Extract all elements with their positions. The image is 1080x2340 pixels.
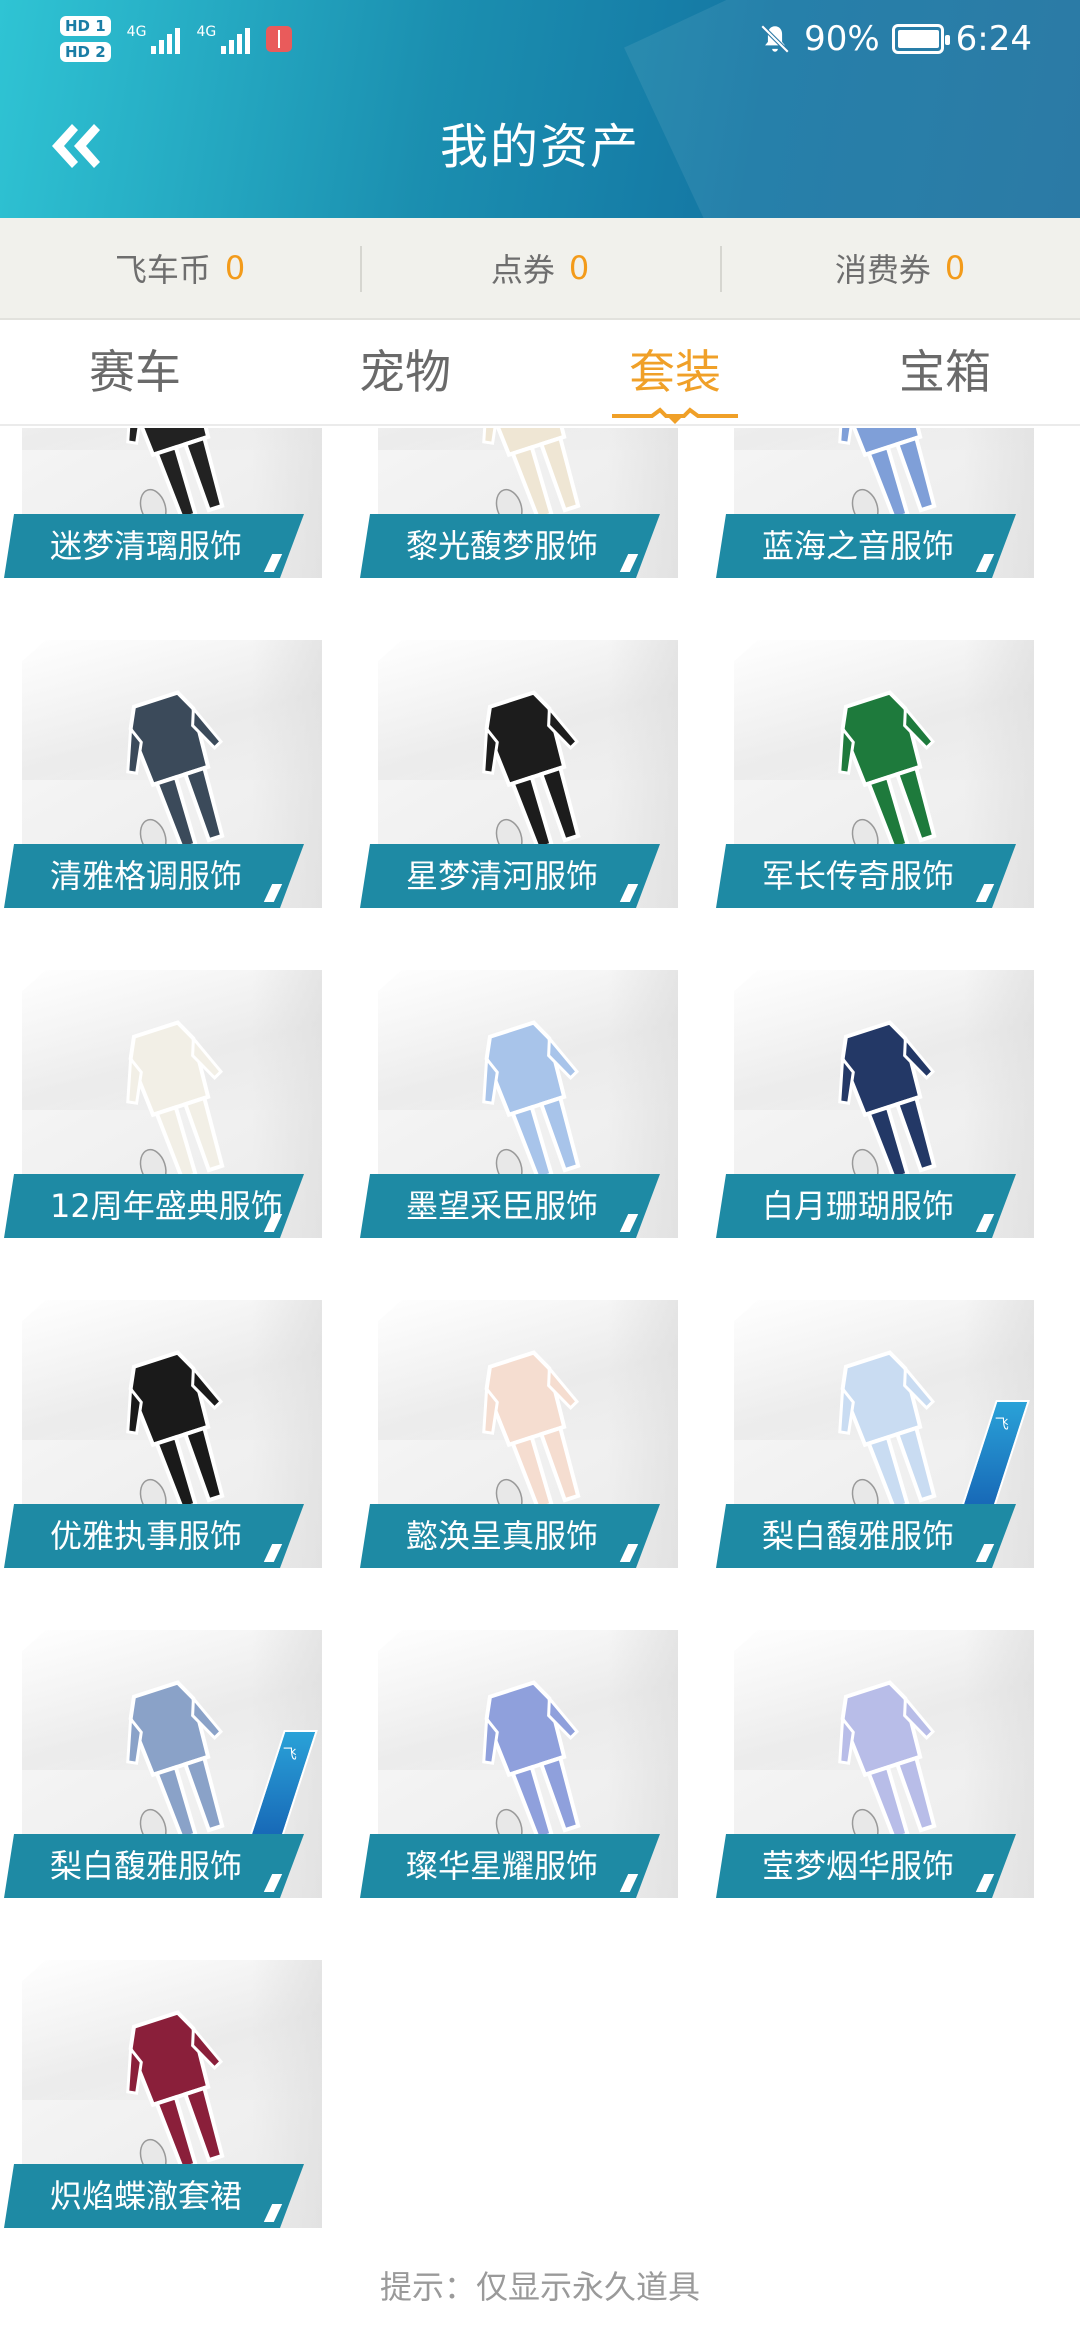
currency-label: 点券 <box>490 251 555 289</box>
tab-chests[interactable]: 宝箱 <box>810 322 1080 424</box>
tab-outfits[interactable]: 套装 <box>540 322 810 424</box>
outfit-card[interactable]: 蓝海之音服饰 <box>716 428 1034 592</box>
outfit-card[interactable]: 迷梦清璃服饰 <box>4 428 322 592</box>
status-left: HD 1 HD 2 4G 4G <box>60 12 293 66</box>
battery-percent: 90% <box>804 19 880 59</box>
outfit-grid: 迷梦清璃服饰 黎光馥梦服饰 蓝海之音服饰清雅格调服饰 星梦清河服饰 军长传奇服饰 12周年… <box>0 428 1080 2248</box>
network-type: 4G <box>126 24 147 40</box>
fly-badge-label: 飞 <box>994 1417 1009 1433</box>
outfit-image <box>126 1020 225 1186</box>
signal-icon-2: 4G <box>196 24 251 54</box>
currency-label: 消费券 <box>834 251 931 289</box>
hint-text: 提示：仅显示永久道具 <box>379 2268 700 2306</box>
currency-bar: 飞车币 0 点券 0 消费券 0 <box>0 218 1080 320</box>
outfit-card[interactable]: 懿涣呈真服饰 <box>360 1300 678 1582</box>
outfit-name: 12周年盛典服饰 <box>4 1174 304 1238</box>
status-right: 90% 6:24 <box>758 12 1032 66</box>
outfit-image <box>126 1680 225 1846</box>
outfit-name: 星梦清河服饰 <box>360 844 660 908</box>
outfit-name: 莹梦烟华服饰 <box>716 1834 1016 1898</box>
outfit-card[interactable]: 星梦清河服饰 <box>360 640 678 922</box>
outfit-name: 梨白馥雅服饰 <box>716 1504 1016 1568</box>
outfit-name: 优雅执事服饰 <box>4 1504 304 1568</box>
outfit-image <box>126 2010 225 2176</box>
outfit-name: 墨望采臣服饰 <box>360 1174 660 1238</box>
status-bar: HD 1 HD 2 4G 4G 90% 6:24 <box>0 0 1080 76</box>
currency-value: 0 <box>944 249 966 287</box>
outfit-card[interactable]: 炽焰蝶澈套裙 <box>4 1960 322 2242</box>
outfit-card[interactable]: 墨望采臣服饰 <box>360 970 678 1252</box>
outfit-name: 梨白馥雅服饰 <box>4 1834 304 1898</box>
outfit-card[interactable]: 飞梨白馥雅服饰 <box>716 1300 1034 1582</box>
bell-off-icon <box>760 24 790 54</box>
outfit-image <box>482 690 581 856</box>
outfit-name: 军长传奇服饰 <box>716 844 1016 908</box>
outfit-image <box>482 1680 581 1846</box>
fly-badge-label: 飞 <box>282 1747 297 1763</box>
network-type-2: 4G <box>196 24 217 40</box>
outfit-name: 炽焰蝶澈套裙 <box>4 2164 304 2228</box>
signal-icon: 4G <box>127 24 181 54</box>
outfit-image <box>126 1350 225 1516</box>
outfit-card[interactable]: 清雅格调服饰 <box>4 640 322 922</box>
category-tabs: 赛车 宠物 套装 宝箱 <box>0 322 1080 426</box>
currency-value: 0 <box>224 249 246 287</box>
outfit-card[interactable]: 璨华星耀服饰 <box>360 1630 678 1912</box>
sim1-badge: HD 1 <box>60 16 111 36</box>
outfit-card[interactable]: 白月珊瑚服饰 <box>716 970 1034 1252</box>
outfit-name: 懿涣呈真服饰 <box>360 1504 660 1568</box>
outfit-name: 蓝海之音服饰 <box>716 514 1016 578</box>
outfit-name: 白月珊瑚服饰 <box>716 1174 1016 1238</box>
currency-value: 0 <box>568 249 590 287</box>
outfit-image <box>482 1350 581 1516</box>
outfit-name: 黎光馥梦服饰 <box>360 514 660 578</box>
outfit-image <box>838 1350 937 1516</box>
outfit-card[interactable]: 黎光馥梦服饰 <box>360 428 678 592</box>
page-title: 我的资产 <box>439 119 640 175</box>
book-icon <box>266 26 293 52</box>
currency-feichebi: 飞车币 0 <box>0 218 360 318</box>
outfit-image <box>838 1680 937 1846</box>
outfit-name: 清雅格调服饰 <box>4 844 304 908</box>
outfit-card[interactable]: 12周年盛典服饰 <box>4 970 322 1252</box>
outfit-card[interactable]: 飞梨白馥雅服饰 <box>4 1630 322 1912</box>
outfit-card[interactable]: 莹梦烟华服饰 <box>716 1630 1034 1912</box>
tab-pets[interactable]: 宠物 <box>270 322 540 424</box>
tab-outfits-label: 套装 <box>629 345 721 399</box>
currency-xiaofeiquan: 消费券 0 <box>720 218 1080 318</box>
currency-dianquan: 点券 0 <box>360 218 720 318</box>
tab-active-indicator <box>612 407 738 424</box>
battery-icon <box>891 24 950 54</box>
tab-cars[interactable]: 赛车 <box>0 322 270 424</box>
outfit-name: 璨华星耀服饰 <box>360 1834 660 1898</box>
outfit-image <box>126 690 225 856</box>
clock: 6:24 <box>955 19 1032 59</box>
outfit-card[interactable]: 优雅执事服饰 <box>4 1300 322 1582</box>
outfit-image <box>838 1020 937 1186</box>
outfit-image <box>482 1020 581 1186</box>
currency-label: 飞车币 <box>114 251 211 289</box>
app-header: HD 1 HD 2 4G 4G 90% 6:24 我的资产 <box>0 0 1080 218</box>
outfit-card[interactable]: 军长传奇服饰 <box>716 640 1034 922</box>
outfit-image <box>838 690 937 856</box>
sim2-badge: HD 2 <box>60 42 111 62</box>
outfit-name: 迷梦清璃服饰 <box>4 514 304 578</box>
